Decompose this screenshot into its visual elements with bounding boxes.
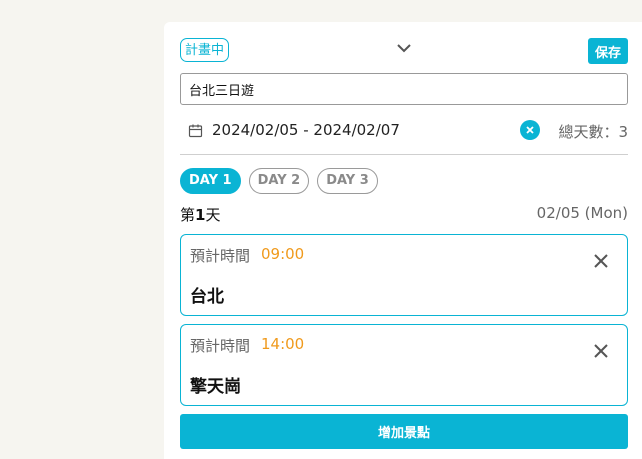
day-title-suffix: 天 (205, 206, 221, 224)
date-range-row[interactable]: 2024/02/05 - 2024/02/07 總天數：3 (188, 118, 628, 144)
day-title-prefix: 第 (180, 206, 196, 224)
spot-name: 擎天崗 (190, 377, 241, 397)
status-badge[interactable]: 計畫中 (180, 38, 230, 62)
chevron-down-icon[interactable] (396, 42, 412, 54)
total-days: 總天數：3 (558, 123, 628, 141)
trip-editor-panel: 計畫中 保存 2024/02/05 - 2024/02/07 總天數：3 DAY… (164, 22, 642, 459)
add-spot-button[interactable]: 增加景點 (180, 414, 628, 449)
clear-icon[interactable] (520, 120, 540, 140)
time-label: 預計時間 (190, 247, 251, 265)
trip-name-input[interactable] (180, 73, 628, 105)
time-value[interactable]: 09:00 (261, 245, 304, 263)
tab-day-2[interactable]: DAY 2 (248, 168, 310, 194)
close-icon[interactable] (593, 253, 609, 269)
time-value[interactable]: 14:00 (261, 335, 304, 353)
day-tabs: DAY 1 DAY 2 DAY 3 (180, 168, 378, 194)
time-label: 預計時間 (190, 337, 251, 355)
spot-card[interactable]: 預計時間 14:00 擎天崗 (180, 324, 628, 406)
day-date: 02/05 (Mon) (536, 204, 628, 222)
calendar-icon (188, 124, 203, 138)
tab-day-3[interactable]: DAY 3 (317, 168, 378, 194)
date-range-text[interactable]: 2024/02/05 - 2024/02/07 (212, 121, 400, 139)
close-icon[interactable] (593, 343, 609, 359)
spot-name: 台北 (190, 287, 224, 307)
save-button[interactable]: 保存 (587, 38, 628, 64)
divider (180, 154, 628, 155)
spot-card[interactable]: 預計時間 09:00 台北 (180, 234, 628, 316)
tab-day-1[interactable]: DAY 1 (180, 168, 241, 194)
day-title: 第1天 (180, 204, 220, 225)
day-number: 1 (195, 206, 206, 224)
